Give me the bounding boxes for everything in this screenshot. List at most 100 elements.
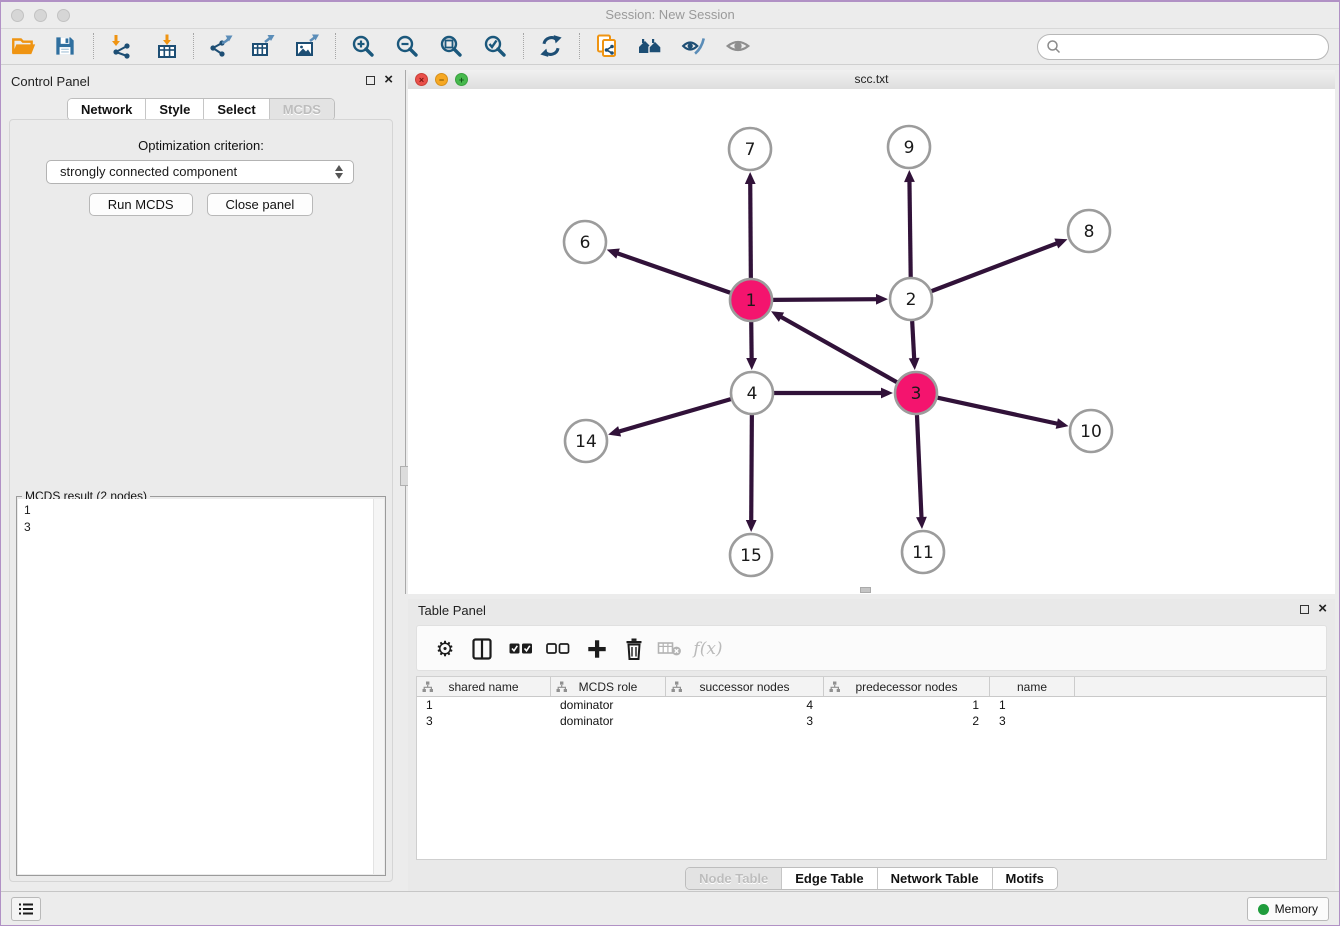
graph-edge-4-14[interactable] (608, 399, 731, 436)
graph-node-4[interactable]: 4 (731, 372, 773, 414)
memory-status-icon (1258, 904, 1269, 915)
tab-network[interactable]: Network (68, 99, 145, 120)
cell-successor-nodes[interactable]: 4 (666, 697, 824, 713)
mcds-result-group: MCDS result (2 nodes) 1 3 (16, 496, 386, 876)
run-mcds-button[interactable]: Run MCDS (89, 193, 193, 216)
column-header-predecessor-nodes[interactable]: predecessor nodes (824, 677, 990, 696)
first-neighbors-icon[interactable] (637, 32, 665, 60)
tab-motifs[interactable]: Motifs (992, 868, 1057, 889)
import-network-icon[interactable] (107, 32, 135, 60)
graph-node-7[interactable]: 7 (729, 128, 771, 170)
graph-node-11[interactable]: 11 (902, 531, 944, 573)
column-header-shared-name[interactable]: shared name (417, 677, 551, 696)
cell-mcds-role[interactable]: dominator (551, 713, 666, 729)
network-canvas[interactable]: 7 9 6 8 1 2 4 3 14 10 15 11 (408, 89, 1335, 594)
graph-edge-3-10[interactable] (937, 398, 1068, 429)
graph-node-2[interactable]: 2 (890, 278, 932, 320)
hide-selected-icon[interactable] (680, 32, 708, 60)
export-network-icon[interactable] (207, 32, 235, 60)
graph-node-14[interactable]: 14 (565, 420, 607, 462)
close-panel-button[interactable]: Close panel (207, 193, 314, 216)
function-builder-icon[interactable]: f(x) (695, 636, 721, 662)
column-header-mcds-role[interactable]: MCDS role (551, 677, 666, 696)
graph-edge-3-1[interactable] (771, 311, 897, 382)
graph-node-8[interactable]: 8 (1068, 210, 1110, 252)
control-panel-maximize-icon[interactable] (366, 76, 375, 85)
column-header-name[interactable]: name (990, 677, 1075, 696)
column-header-successor-nodes[interactable]: successor nodes (666, 677, 824, 696)
graph-node-6[interactable]: 6 (564, 221, 606, 263)
zoom-out-icon[interactable] (393, 32, 421, 60)
select-updown-icon (335, 165, 344, 179)
tab-node-table[interactable]: Node Table (686, 868, 781, 889)
graph-edge-1-2[interactable] (773, 294, 888, 305)
zoom-fit-icon[interactable] (437, 32, 465, 60)
search-input[interactable] (1062, 39, 1328, 56)
cell-successor-nodes[interactable]: 3 (666, 713, 824, 729)
task-history-button[interactable] (11, 897, 41, 921)
delete-table-icon[interactable] (657, 636, 683, 662)
cell-predecessor-nodes[interactable]: 2 (824, 713, 990, 729)
memory-button[interactable]: Memory (1247, 897, 1329, 921)
zoom-selected-icon[interactable] (481, 32, 509, 60)
cell-predecessor-nodes[interactable]: 1 (824, 697, 990, 713)
control-panel-close-icon[interactable]: × (384, 74, 393, 86)
tab-edge-table[interactable]: Edge Table (781, 868, 876, 889)
search-box[interactable] (1037, 34, 1329, 60)
tab-network-table[interactable]: Network Table (877, 868, 992, 889)
column-type-icon (829, 681, 840, 692)
save-session-icon[interactable] (51, 32, 79, 60)
cell-shared-name[interactable]: 3 (417, 713, 551, 729)
column-label: predecessor nodes (855, 680, 957, 694)
result-line: 1 (18, 499, 384, 519)
criterion-select[interactable]: strongly connected component (46, 160, 354, 184)
svg-text:11: 11 (912, 543, 934, 563)
graph-node-10[interactable]: 10 (1070, 410, 1112, 452)
result-scrollbar[interactable] (373, 499, 384, 874)
cell-shared-name[interactable]: 1 (417, 697, 551, 713)
import-table-icon[interactable] (153, 32, 181, 60)
tab-select[interactable]: Select (203, 99, 268, 120)
graph-edge-2-3[interactable] (909, 321, 920, 370)
zoom-in-icon[interactable] (349, 32, 377, 60)
toolbar-separator (523, 33, 524, 59)
graph-edge-1-7[interactable] (745, 172, 756, 278)
cell-mcds-role[interactable]: dominator (551, 697, 666, 713)
graph-edge-1-4[interactable] (746, 322, 757, 370)
table-row[interactable]: 1 dominator 4 1 1 (417, 697, 1326, 713)
graph-edge-4-15[interactable] (746, 415, 757, 532)
show-all-icon[interactable] (724, 32, 752, 60)
graph-edge-4-3[interactable] (774, 388, 893, 399)
graph-edge-1-6[interactable] (607, 248, 731, 292)
graph-node-3[interactable]: 3 (895, 372, 937, 414)
open-session-icon[interactable] (9, 32, 37, 60)
toolbar-separator (579, 33, 580, 59)
export-table-icon[interactable] (249, 32, 277, 60)
column-label: MCDS role (579, 680, 638, 694)
table-settings-gear-icon[interactable]: ⚙ (432, 636, 458, 662)
graph-edge-2-8[interactable] (932, 238, 1068, 291)
cell-name[interactable]: 3 (990, 713, 1075, 729)
graph-edge-2-9[interactable] (904, 170, 915, 277)
add-column-icon[interactable] (584, 636, 610, 662)
graph-node-1[interactable]: 1 (730, 279, 772, 321)
cell-name[interactable]: 1 (990, 697, 1075, 713)
table-panel-close-icon[interactable]: × (1318, 603, 1327, 615)
tab-style[interactable]: Style (145, 99, 203, 120)
table-panel-maximize-icon[interactable] (1300, 605, 1309, 614)
refresh-layout-icon[interactable] (537, 32, 565, 60)
select-all-icon[interactable] (508, 636, 534, 662)
table-row[interactable]: 3 dominator 3 2 3 (417, 713, 1326, 729)
graph-node-15[interactable]: 15 (730, 534, 772, 576)
graph-node-9[interactable]: 9 (888, 126, 930, 168)
column-visibility-icon[interactable] (469, 636, 495, 662)
canvas-resize-handle[interactable] (860, 587, 871, 593)
deselect-all-icon[interactable] (545, 636, 571, 662)
graph-edge-3-11[interactable] (916, 415, 927, 529)
tab-mcds[interactable]: MCDS (269, 99, 334, 120)
export-image-icon[interactable] (293, 32, 321, 60)
duplicate-network-icon[interactable] (593, 32, 621, 60)
status-bar: Memory (1, 891, 1339, 925)
mcds-result-textarea[interactable]: 1 3 (18, 499, 384, 874)
delete-column-trash-icon[interactable] (621, 636, 647, 662)
